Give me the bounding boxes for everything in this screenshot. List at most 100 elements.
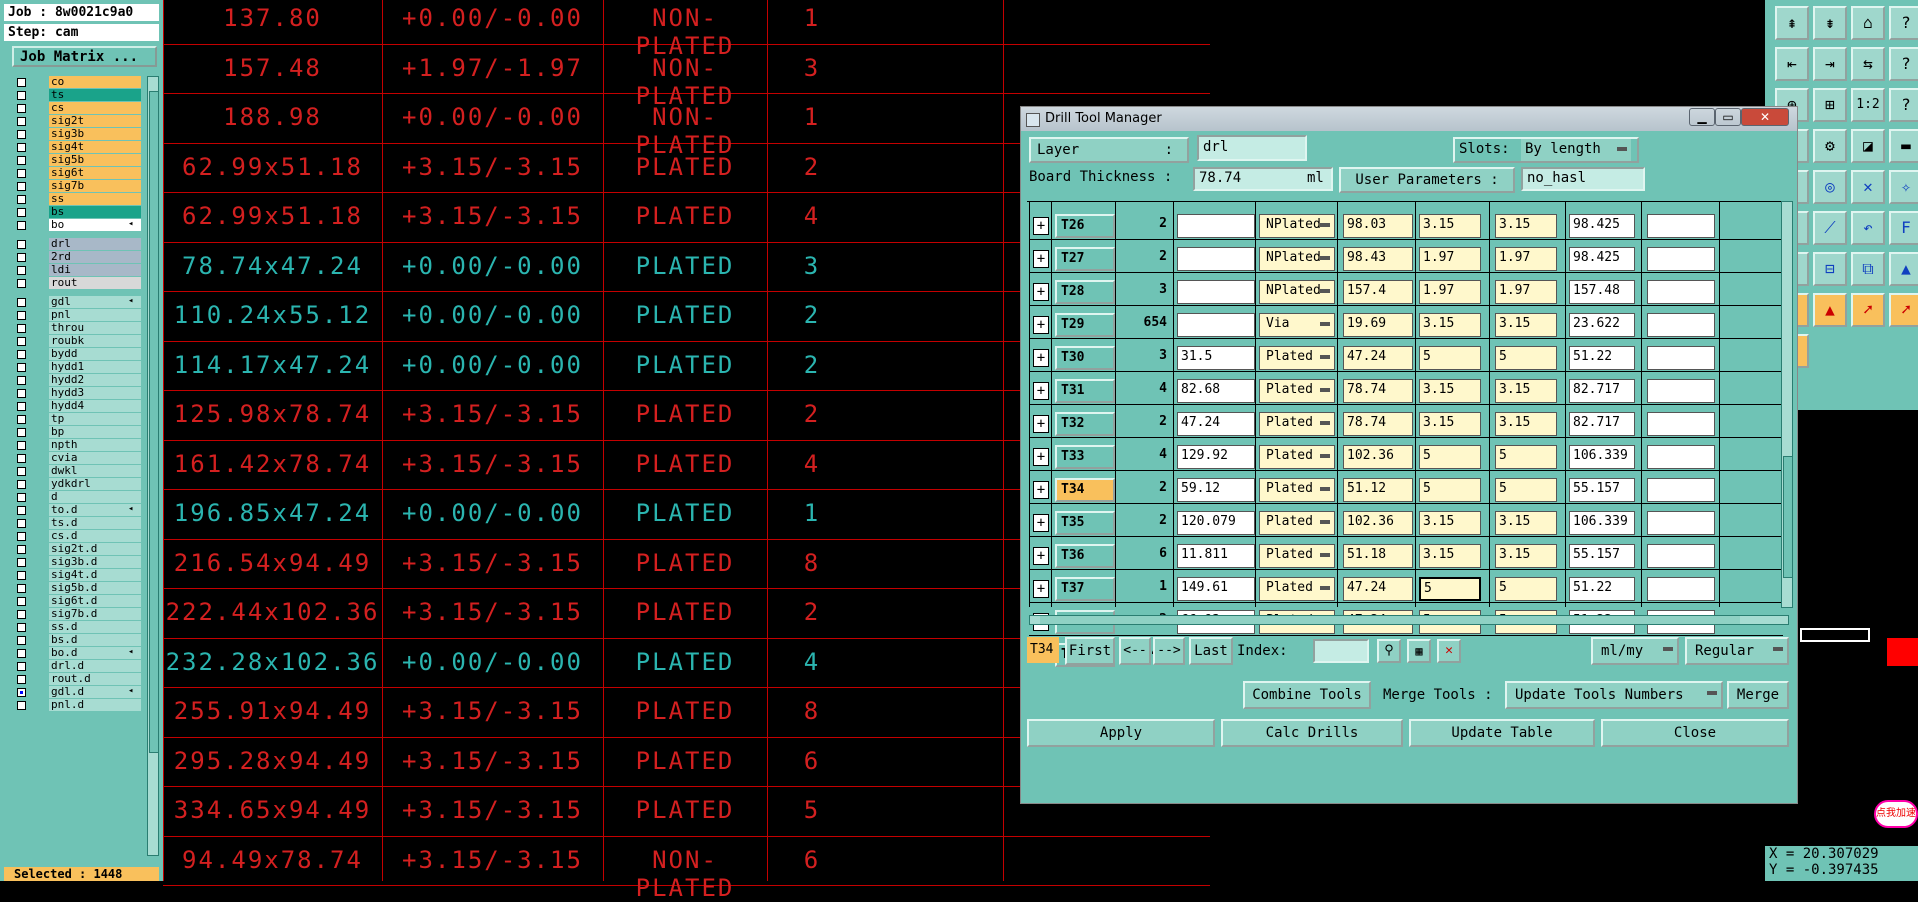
tool-tol-plus-field[interactable]: 3.15: [1419, 313, 1481, 337]
layer-checkbox[interactable]: [17, 279, 26, 288]
tool-size-field[interactable]: 149.61: [1177, 577, 1255, 601]
layer-checkbox[interactable]: [17, 428, 26, 437]
tool-extra-field[interactable]: [1647, 544, 1715, 568]
calc-drills-button[interactable]: Calc Drills: [1221, 719, 1403, 747]
tool-extra-field[interactable]: [1647, 478, 1715, 502]
last-button[interactable]: Last: [1189, 637, 1233, 665]
layer-checkbox[interactable]: [17, 78, 26, 87]
layer-checkbox[interactable]: [17, 350, 26, 359]
layer-checkbox[interactable]: [17, 506, 26, 515]
layer-row[interactable]: 2rd: [10, 251, 141, 264]
layer-row[interactable]: throu: [10, 322, 141, 335]
table-icon[interactable]: ▦: [1407, 639, 1431, 663]
layer-name[interactable]: rout.d: [49, 673, 141, 685]
tool-tol-minus-field[interactable]: 3.15: [1495, 313, 1557, 337]
layer-row[interactable]: sig3b.d: [10, 556, 141, 569]
tool-drill-size-field[interactable]: 98.425: [1569, 214, 1635, 238]
tool-extra-field[interactable]: [1647, 445, 1715, 469]
layer-row[interactable]: ldi: [10, 264, 141, 277]
tool-drill-size-field[interactable]: 82.717: [1569, 412, 1635, 436]
tool-name[interactable]: T32: [1055, 412, 1115, 436]
layer-checkbox[interactable]: [17, 130, 26, 139]
layer-name[interactable]: hydd3: [49, 387, 141, 399]
scrollbar-thumb[interactable]: [149, 91, 159, 753]
tool-finish-field[interactable]: 98.43: [1343, 247, 1413, 271]
erase-icon[interactable]: ▬: [1889, 129, 1918, 163]
layer-name[interactable]: co: [49, 76, 141, 88]
tool-name[interactable]: T28: [1055, 280, 1115, 304]
layer-row[interactable]: npth: [10, 439, 141, 452]
layer-row[interactable]: sig3b: [10, 128, 141, 141]
right-icon[interactable]: ⇥: [1813, 47, 1847, 81]
tool-name[interactable]: T33: [1055, 445, 1115, 469]
tool-tol-plus-field[interactable]: 3.15: [1419, 214, 1481, 238]
tool-name[interactable]: T35: [1055, 511, 1115, 535]
tool-size-field[interactable]: [1177, 280, 1255, 304]
bottom-view-icon[interactable]: ⇟: [1813, 6, 1847, 40]
layer-checkbox[interactable]: [17, 253, 26, 262]
zoom-fit-icon[interactable]: ⊞: [1813, 88, 1847, 122]
layer-checkbox[interactable]: [17, 662, 26, 671]
expand-icon[interactable]: +: [1033, 349, 1049, 367]
tool-finish-field[interactable]: 19.69: [1343, 313, 1413, 337]
tool-drill-size-field[interactable]: 157.48: [1569, 280, 1635, 304]
user-parameters-button[interactable]: User Parameters :: [1339, 167, 1515, 193]
layer-row[interactable]: bp: [10, 426, 141, 439]
layer-checkbox[interactable]: [17, 182, 26, 191]
tool-drill-size-field[interactable]: 106.339: [1569, 445, 1635, 469]
layer-checkbox[interactable]: [17, 324, 26, 333]
layer-row[interactable]: hydd3: [10, 387, 141, 400]
tool-size-field[interactable]: 11.811: [1177, 544, 1255, 568]
layer-checkbox[interactable]: [17, 597, 26, 606]
layer-name[interactable]: sig4t.d: [49, 569, 141, 581]
layer-name[interactable]: pnl.d: [49, 699, 141, 711]
layer-row[interactable]: co: [10, 76, 141, 89]
layer-row[interactable]: hydd1: [10, 361, 141, 374]
tool-drill-size-field[interactable]: 98.425: [1569, 247, 1635, 271]
flip-icon[interactable]: ⇆: [1851, 47, 1885, 81]
layer-checkbox[interactable]: [17, 104, 26, 113]
layer-field[interactable]: drl: [1197, 135, 1307, 161]
combine-tools-button[interactable]: Combine Tools: [1243, 681, 1371, 709]
layer-checkbox[interactable]: [17, 169, 26, 178]
layer-checkbox[interactable]: [17, 91, 26, 100]
layer-row[interactable]: tp: [10, 413, 141, 426]
layer-name[interactable]: cvia: [49, 452, 141, 464]
layer-checkbox[interactable]: [17, 221, 26, 230]
layer-row[interactable]: bs.d: [10, 634, 141, 647]
speed-bubble[interactable]: 点我加速: [1874, 800, 1918, 828]
home-icon[interactable]: ⌂: [1851, 6, 1885, 40]
help-icon[interactable]: ?: [1889, 47, 1918, 81]
layer-row[interactable]: hydd2: [10, 374, 141, 387]
maximize-button[interactable]: ▭: [1715, 108, 1741, 126]
layer-name[interactable]: tp: [49, 413, 141, 425]
layer-list-scrollbar[interactable]: [147, 76, 159, 856]
layer-checkbox[interactable]: [17, 675, 26, 684]
tool-finish-field[interactable]: 51.12: [1343, 478, 1413, 502]
layer-row[interactable]: ts.d: [10, 517, 141, 530]
search-icon[interactable]: ⚲: [1377, 639, 1401, 663]
user-parameters-field[interactable]: no_hasl: [1521, 167, 1645, 191]
layer-name[interactable]: sig2t: [49, 115, 141, 127]
circle-icon[interactable]: ◎: [1813, 170, 1847, 204]
tool-tol-minus-field[interactable]: 3.15: [1495, 412, 1557, 436]
units-dropdown[interactable]: ml/my: [1591, 637, 1679, 665]
tool-size-field[interactable]: [1177, 247, 1255, 271]
tool-size-field[interactable]: [1177, 214, 1255, 238]
layer-name[interactable]: hydd2: [49, 374, 141, 386]
layer-checkbox[interactable]: [17, 480, 26, 489]
tool-finish-field[interactable]: 51.18: [1343, 544, 1413, 568]
layer-name[interactable]: hydd4: [49, 400, 141, 412]
layer-checkbox[interactable]: [17, 584, 26, 593]
layer-name[interactable]: bs: [49, 206, 141, 218]
tool-type-dropdown[interactable]: Plated: [1259, 412, 1335, 436]
layer-name[interactable]: ts: [49, 89, 141, 101]
tool-type-dropdown[interactable]: Plated: [1259, 577, 1335, 601]
tool-type-dropdown[interactable]: NPlated: [1259, 280, 1335, 304]
tool-tol-plus-field[interactable]: 1.97: [1419, 247, 1481, 271]
tool-tol-minus-field[interactable]: 5: [1495, 577, 1557, 601]
tool-drill-size-field[interactable]: 51.22: [1569, 577, 1635, 601]
layer-row[interactable]: ss.d: [10, 621, 141, 634]
ratio-icon[interactable]: 1:2: [1851, 88, 1885, 122]
layer-checkbox[interactable]: [17, 376, 26, 385]
